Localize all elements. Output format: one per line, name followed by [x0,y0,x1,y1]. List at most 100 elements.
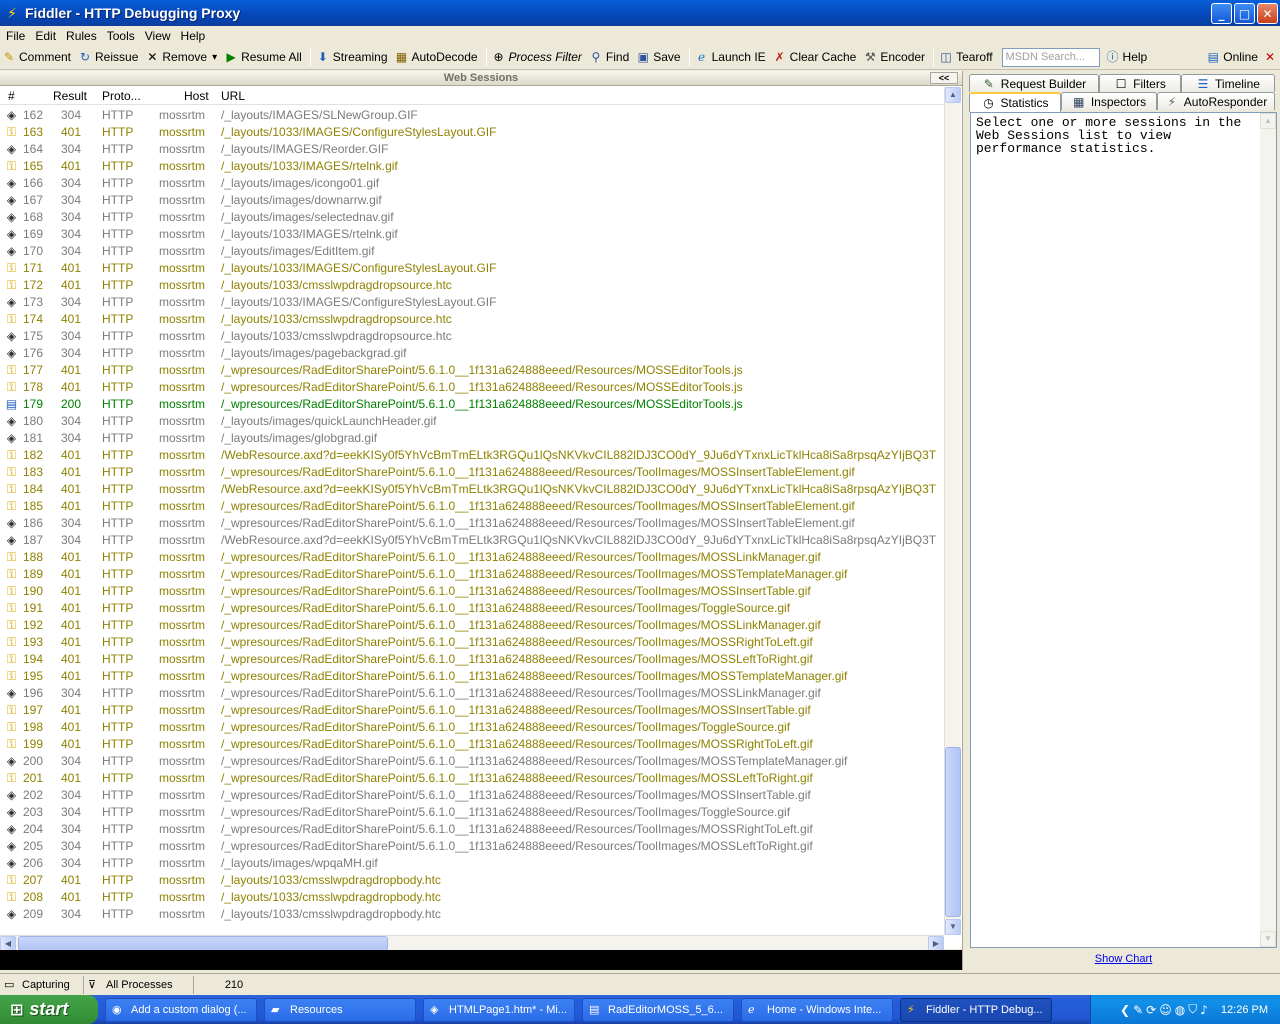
table-row[interactable]: ⚿ 198 401 HTTP mossrtm /_wpresources/RadEdito… [0,719,944,736]
tray-pen-icon[interactable]: ✎ [1133,1003,1143,1017]
table-row[interactable]: ⚿ 189 401 HTTP mossrtm /_wpresources/RadEdito… [0,566,944,583]
resume-all-button[interactable]: ▶ Resume All [222,46,307,68]
tab-timeline[interactable]: ☰ Timeline [1181,74,1275,92]
table-row[interactable]: ◈ 166 304 HTTP mossrtm /_layouts/images/icong… [0,175,944,192]
scroll-up-icon[interactable]: ▲ [945,87,961,103]
remove-button[interactable]: ✕ Remove ▾ [143,46,222,68]
table-row[interactable]: ▤ 179 200 HTTP mossrtm /_wpresources/RadEdito… [0,396,944,413]
table-row[interactable]: ◈ 209 304 HTTP mossrtm /_layouts/1033/cmsslwp… [0,906,944,923]
scroll-down-icon[interactable]: ▼ [1260,931,1276,947]
taskbar-item-htmlpage[interactable]: ◈ HTMLPage1.htm* - Mi... [423,997,575,1022]
statistics-scrollbar[interactable]: ▲ ▼ [1260,113,1276,947]
table-row[interactable]: ⚿ 172 401 HTTP mossrtm /_layouts/1033/cmsslwp… [0,277,944,294]
table-row[interactable]: ⚿ 177 401 HTTP mossrtm /_wpresources/RadEdito… [0,362,944,379]
tray-volume-icon[interactable]: ♪ [1200,1003,1208,1017]
table-row[interactable]: ◈ 203 304 HTTP mossrtm /_wpresources/RadEdito… [0,804,944,821]
table-row[interactable]: ◈ 187 304 HTTP mossrtm/WebResource.axd?d=eek… [0,532,944,549]
table-row[interactable]: ◈ 181 304 HTTP mossrtm /_layouts/images/globg… [0,430,944,447]
column-header-protocol[interactable]: Proto... [102,89,141,103]
help-button[interactable]: ⓘ Help [1104,46,1153,68]
tray-sync-icon[interactable]: ⟳ [1146,1003,1156,1017]
statistics-panel[interactable]: Select one or more sessions in the Web S… [970,112,1277,948]
table-row[interactable]: ◈ 202 304 HTTP mossrtm /_wpresources/RadEdito… [0,787,944,804]
table-row[interactable]: ⚿ 188 401 HTTP mossrtm /_wpresources/RadEdito… [0,549,944,566]
table-row[interactable]: ⚿ 184 401 HTTP mossrtm/WebResource.axd?d=eek… [0,481,944,498]
table-row[interactable]: ◈ 200 304 HTTP mossrtm /_wpresources/RadEdito… [0,753,944,770]
taskbar-item-fiddler[interactable]: ⚡ Fiddler - HTTP Debug... [900,997,1052,1022]
table-row[interactable]: ⚿ 192 401 HTTP mossrtm /_wpresources/RadEdito… [0,617,944,634]
msdn-search-input[interactable]: MSDN Search... [1001,47,1100,67]
comment-button[interactable]: ✎ Comment [0,46,76,68]
table-row[interactable]: ◈ 180 304 HTTP mossrtm /_layouts/images/quick… [0,413,944,430]
table-row[interactable]: ◈ 168 304 HTTP mossrtm /_layouts/images/selec… [0,209,944,226]
vertical-scroll-thumb[interactable] [945,747,961,917]
tab-autoresponder[interactable]: ⚡ AutoResponder [1157,92,1275,110]
close-button[interactable]: ✕ [1257,3,1278,24]
tab-statistics[interactable]: ◷ Statistics [969,92,1061,112]
table-row[interactable]: ⚿ 195 401 HTTP mossrtm /_wpresources/RadEdito… [0,668,944,685]
table-row[interactable]: ⚿ 197 401 HTTP mossrtm /_wpresources/RadEdito… [0,702,944,719]
table-row[interactable]: ⚿ 201 401 HTTP mossrtm /_wpresources/RadEdito… [0,770,944,787]
taskbar-item-home[interactable]: ℯ Home - Windows Inte... [741,997,893,1022]
session-list-vertical-scrollbar[interactable]: ▲ ▼ [944,87,961,935]
column-header-url[interactable]: URL [221,89,245,103]
table-row[interactable]: ⚿ 185 401 HTTP mossrtm /_wpresources/RadEdito… [0,498,944,515]
tray-arrow-icon[interactable]: ❮ [1120,1003,1130,1017]
tray-network-icon[interactable]: ◍ [1175,1003,1185,1017]
table-row[interactable]: ◈ 170 304 HTTP mossrtm /_layouts/images/EditI… [0,243,944,260]
tab-request-builder[interactable]: ✎ Request Builder [969,74,1099,92]
taskbar-item-radeditor[interactable]: ▤ RadEditorMOSS_5_6... [582,997,734,1022]
scroll-right-icon[interactable]: ▶ [928,936,944,951]
encoder-button[interactable]: ⚒ Encoder [861,46,930,68]
taskbar-clock[interactable]: 12:26 PM [1221,1004,1268,1016]
table-row[interactable]: ⚿ 183 401 HTTP mossrtm /_wpresources/RadEdito… [0,464,944,481]
toolbar-close-button[interactable]: ✕ [1263,46,1280,68]
start-button[interactable]: ⊞ start [0,995,98,1024]
taskbar-item-custom-dialog[interactable]: ◉ Add a custom dialog (... [105,997,257,1022]
session-list[interactable]: ◈ 162 304 HTTP mossrtm /_layouts/IMAGES/SLNew… [0,107,944,935]
table-row[interactable]: ⚿ 174 401 HTTP mossrtm /_layouts/1033/cmsslwp… [0,311,944,328]
table-row[interactable]: ◈ 205 304 HTTP mossrtm /_wpresources/RadEdito… [0,838,944,855]
table-row[interactable]: ◈ 196 304 HTTP mossrtm /_wpresources/RadEdito… [0,685,944,702]
column-header-host[interactable]: Host [184,89,209,103]
show-chart-link[interactable]: Show Chart [967,953,1280,965]
autodecode-button[interactable]: ▦ AutoDecode [393,46,483,68]
table-row[interactable]: ⚿ 191 401 HTTP mossrtm /_wpresources/RadEdito… [0,600,944,617]
maximize-button[interactable]: □ [1234,3,1255,24]
table-row[interactable]: ◈ 176 304 HTTP mossrtm /_layouts/images/pageb… [0,345,944,362]
menu-rules[interactable]: Rules [62,29,103,43]
table-row[interactable]: ⚿ 178 401 HTTP mossrtm /_wpresources/RadEdito… [0,379,944,396]
scroll-down-icon[interactable]: ▼ [945,919,961,935]
horizontal-scroll-thumb[interactable] [18,936,388,951]
tearoff-button[interactable]: ◫ Tearoff [937,46,997,68]
table-row[interactable]: ⚿ 193 401 HTTP mossrtm /_wpresources/RadEdito… [0,634,944,651]
table-row[interactable]: ◈ 167 304 HTTP mossrtm /_layouts/images/downa… [0,192,944,209]
launch-ie-button[interactable]: ℯ Launch IE [693,46,771,68]
tab-inspectors[interactable]: ▦ Inspectors [1061,92,1157,110]
table-row[interactable]: ◈ 186 304 HTTP mossrtm /_wpresources/RadEdito… [0,515,944,532]
table-row[interactable]: ⚿ 182 401 HTTP mossrtm/WebResource.axd?d=eek… [0,447,944,464]
table-row[interactable]: ◈ 173 304 HTTP mossrtm /_layouts/1033/IMAGES/… [0,294,944,311]
collapse-button[interactable]: << [930,72,958,84]
table-row[interactable]: ⚿ 163 401 HTTP mossrtm /_layouts/1033/IMAGES/… [0,124,944,141]
scroll-left-icon[interactable]: ◀ [0,936,16,951]
process-filter-selector[interactable]: ⊽ All Processes [84,975,194,994]
table-row[interactable]: ◈ 204 304 HTTP mossrtm /_wpresources/RadEdito… [0,821,944,838]
online-indicator[interactable]: ▤ Online [1204,46,1263,68]
remove-dropdown-icon[interactable]: ▾ [212,52,217,63]
table-row[interactable]: ◈ 164 304 HTTP mossrtm /_layouts/IMAGES/Reord… [0,141,944,158]
tray-shield-icon[interactable]: ⛉ [1188,1002,1197,1017]
menu-help[interactable]: Help [177,29,212,43]
tray-messenger-icon[interactable]: ☺ [1159,1003,1172,1017]
taskbar-item-resources[interactable]: ▰ Resources [264,997,416,1022]
table-row[interactable]: ◈ 169 304 HTTP mossrtm /_layouts/1033/IMAGES/… [0,226,944,243]
menu-edit[interactable]: Edit [31,29,62,43]
menu-tools[interactable]: Tools [103,29,141,43]
table-row[interactable]: ⚿ 207 401 HTTP mossrtm /_layouts/1033/cmsslwp… [0,872,944,889]
table-row[interactable]: ⚿ 194 401 HTTP mossrtm /_wpresources/RadEdito… [0,651,944,668]
table-row[interactable]: ◈ 206 304 HTTP mossrtm /_layouts/images/wpqaM… [0,855,944,872]
reissue-button[interactable]: ↻ Reissue [76,46,143,68]
table-row[interactable]: ⚿ 199 401 HTTP mossrtm /_wpresources/RadEdito… [0,736,944,753]
table-row[interactable]: ◈ 175 304 HTTP mossrtm /_layouts/1033/cmsslwp… [0,328,944,345]
table-row[interactable]: ⚿ 165 401 HTTP mossrtm /_layouts/1033/IMAGES/… [0,158,944,175]
